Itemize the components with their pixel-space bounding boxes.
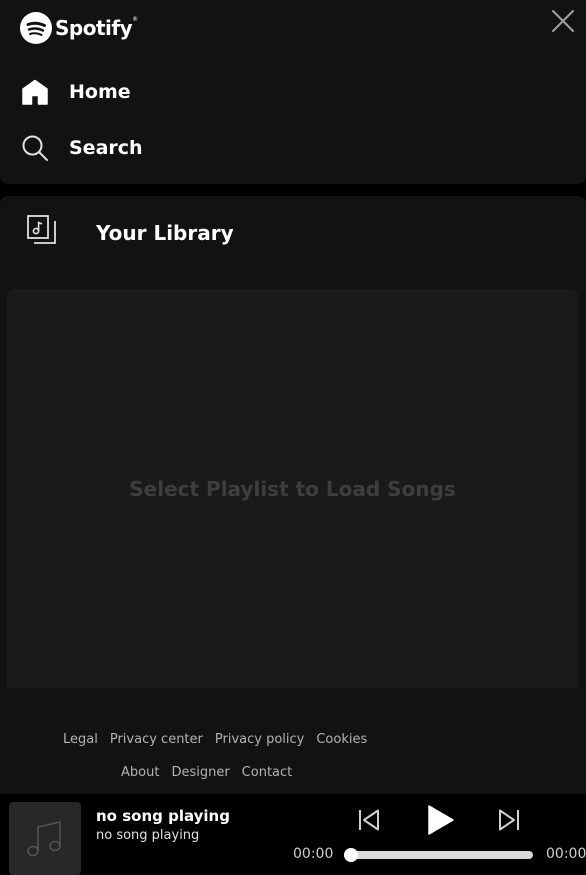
nav-item-home[interactable]: Home xyxy=(20,76,131,108)
track-artist: no song playing xyxy=(96,828,200,843)
nav-item-search[interactable]: Search xyxy=(20,132,143,164)
top-nav-panel: Spotify® Home Search xyxy=(0,0,586,184)
total-time: 00:00 xyxy=(546,846,586,862)
current-time: 00:00 xyxy=(293,846,334,862)
play-button[interactable] xyxy=(424,803,456,837)
footer-link-about[interactable]: About xyxy=(121,765,159,780)
footer-link-legal[interactable]: Legal xyxy=(63,732,98,747)
previous-button[interactable] xyxy=(357,808,381,832)
your-library-label: Your Library xyxy=(96,221,234,245)
library-panel: Your Library Select Playlist to Load Son… xyxy=(0,196,586,794)
songs-list-area: Select Playlist to Load Songs xyxy=(7,289,578,688)
library-icon xyxy=(26,214,58,252)
nav-label-search: Search xyxy=(69,137,143,159)
empty-state-message: Select Playlist to Load Songs xyxy=(129,476,456,501)
footer-link-designer[interactable]: Designer xyxy=(171,765,229,780)
track-title: no song playing xyxy=(96,807,230,825)
album-art xyxy=(9,802,81,875)
footer-link-cookies[interactable]: Cookies xyxy=(316,732,367,747)
footer-link-contact[interactable]: Contact xyxy=(242,765,293,780)
spotify-logo[interactable]: Spotify® xyxy=(20,11,138,44)
skip-next-icon xyxy=(499,809,519,831)
footer-link-privacy-policy[interactable]: Privacy policy xyxy=(215,732,304,747)
footer-row-2: About Designer Contact xyxy=(121,765,304,780)
progress-bar[interactable] xyxy=(344,848,533,862)
brand-name: Spotify® xyxy=(55,15,138,40)
spotify-logo-icon xyxy=(20,11,52,44)
music-note-icon xyxy=(27,820,61,856)
next-button[interactable] xyxy=(497,808,521,832)
your-library-button[interactable]: Your Library xyxy=(26,214,234,252)
skip-previous-icon xyxy=(359,809,379,831)
footer-row-1: Legal Privacy center Privacy policy Cook… xyxy=(63,732,379,747)
play-icon xyxy=(428,805,454,835)
home-icon xyxy=(20,77,50,107)
progress-handle[interactable] xyxy=(344,848,358,862)
nav-label-home: Home xyxy=(69,81,131,103)
footer-link-privacy-center[interactable]: Privacy center xyxy=(110,732,203,747)
close-button[interactable] xyxy=(550,8,576,34)
player-bar: no song playing no song playing 00:00 00… xyxy=(0,794,586,875)
close-icon xyxy=(552,10,574,32)
search-icon xyxy=(20,133,50,163)
